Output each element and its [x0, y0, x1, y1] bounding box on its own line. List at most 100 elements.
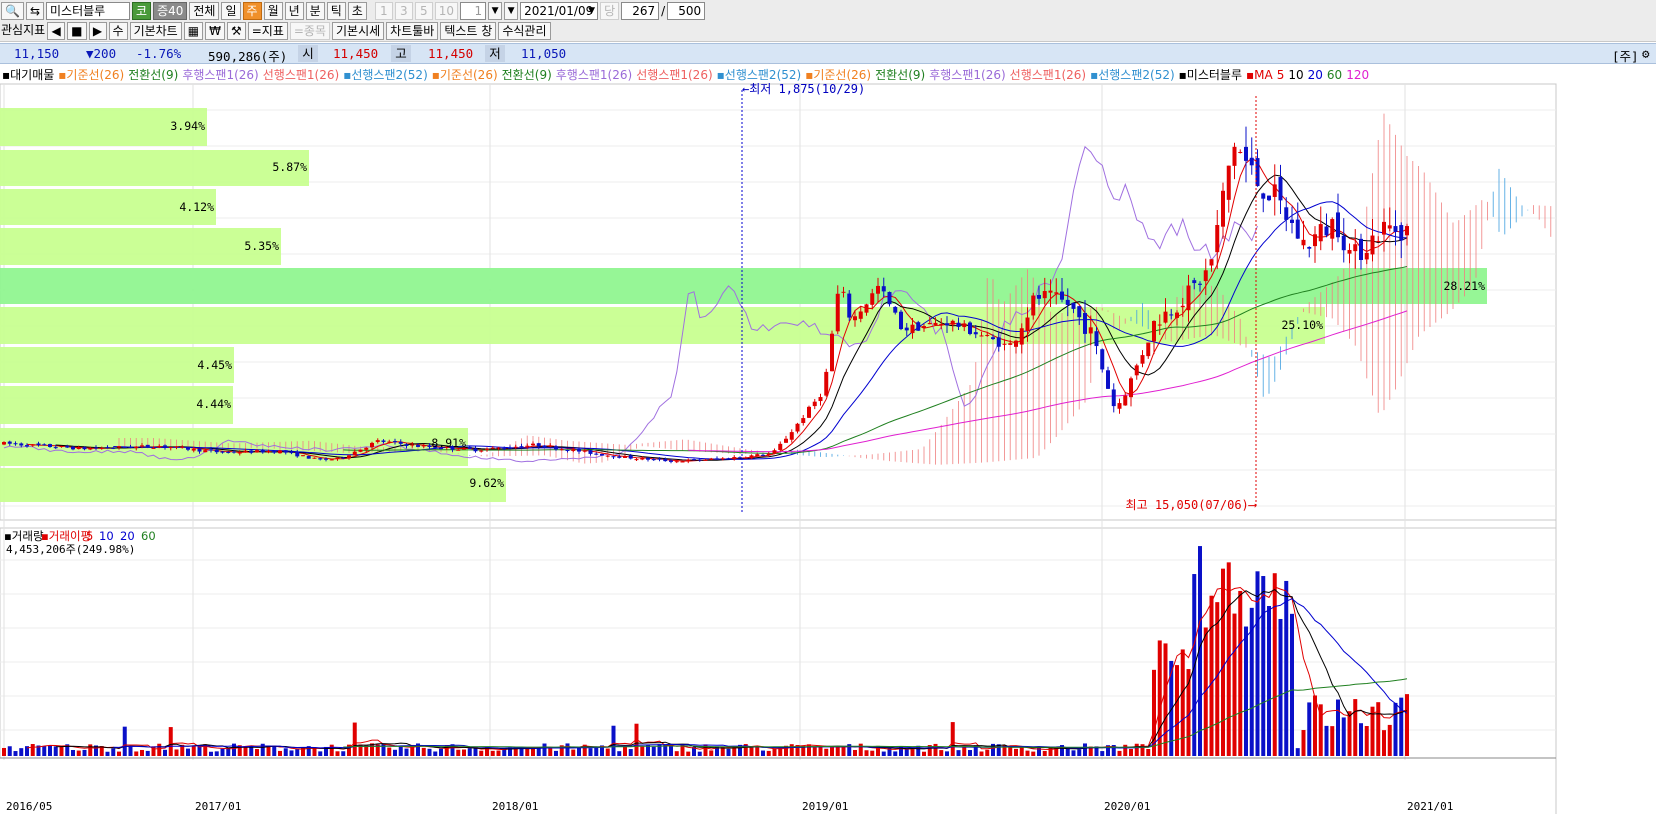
legend-item[interactable]: ▪MA	[1246, 68, 1273, 82]
legend-item[interactable]: ▪대기매물	[2, 68, 54, 82]
candle-body	[283, 450, 288, 453]
legend-item[interactable]: 20	[1308, 68, 1323, 82]
legend-item[interactable]: 선행스팬1(26)	[1010, 68, 1086, 82]
candle-body	[1157, 324, 1162, 326]
legend-item[interactable]: ▪선행스팬2(52)	[1090, 68, 1175, 82]
stock-chart[interactable]: 2016/05 2017/01 2018/01 2019/01 2020/01 2021/…	[0, 0, 1656, 814]
supply-zone-pct: 4.12%	[179, 200, 214, 214]
legend-item[interactable]: 후행스팬1(26)	[182, 68, 258, 82]
candle-body	[588, 450, 593, 454]
legend-item[interactable]: ▪기준선(26)	[432, 68, 498, 82]
candle-body	[1370, 235, 1375, 255]
volume-bar	[979, 751, 984, 756]
volume-bar	[1065, 748, 1070, 756]
candle-body	[962, 323, 967, 328]
candle-body	[381, 440, 386, 442]
candle-body	[76, 446, 81, 450]
candle-body	[1106, 370, 1110, 389]
volume-bar	[1272, 573, 1277, 756]
volume-bar	[76, 750, 81, 756]
volume-bar	[140, 749, 144, 756]
legend-item[interactable]: 5	[1277, 68, 1285, 82]
volume-legend-item: 5	[86, 529, 93, 543]
candle-body	[370, 442, 374, 448]
candle-body	[841, 291, 846, 293]
candle-body	[479, 450, 484, 452]
candle-body	[209, 449, 213, 451]
candle-body	[686, 459, 691, 462]
supply-zone-pct: 8.91%	[431, 436, 466, 450]
candle-body	[1336, 212, 1340, 238]
volume-bar	[370, 743, 374, 756]
candle-body	[1290, 219, 1294, 223]
volume-bar	[174, 749, 179, 756]
legend-item[interactable]: 10	[1288, 68, 1303, 82]
candle-body	[1238, 151, 1243, 153]
volume-bar	[1025, 750, 1030, 756]
candle-body	[232, 451, 236, 453]
volume-bar	[439, 748, 443, 756]
candle-body	[778, 443, 783, 450]
candle-body	[772, 450, 777, 454]
candle-body	[726, 458, 731, 460]
candle-body	[847, 293, 852, 318]
volume-bar	[421, 747, 426, 756]
legend-item[interactable]: 후행스팬1(26)	[556, 68, 632, 82]
volume-bar	[881, 751, 886, 756]
candle-body	[1244, 146, 1248, 161]
legend-item[interactable]: 60	[1327, 68, 1342, 82]
legend-item[interactable]: 선행스팬1(26)	[636, 68, 712, 82]
candle-body	[13, 443, 18, 445]
candle-body	[168, 447, 173, 449]
volume-bar	[1399, 697, 1404, 756]
low-marker-label: ←최저 1,875(10/29)	[742, 82, 865, 96]
candle-body	[117, 446, 121, 448]
candle-body	[1008, 343, 1013, 345]
candle-body	[1324, 226, 1329, 236]
legend-item[interactable]: ▪미스터블루	[1179, 68, 1242, 82]
legend-item[interactable]: 전환선(9)	[502, 68, 552, 82]
candle-body	[1031, 295, 1036, 316]
candle-body	[743, 457, 748, 459]
legend-item[interactable]: 후행스팬1(26)	[929, 68, 1005, 82]
candle-body	[220, 451, 225, 453]
x-axis-label: 2018/01	[492, 800, 538, 813]
legend-item[interactable]: 선행스팬1(26)	[263, 68, 339, 82]
volume-bar	[640, 746, 645, 756]
candle-body	[191, 448, 196, 451]
candle-body	[513, 446, 518, 448]
volume-bar	[1031, 751, 1036, 756]
volume-bar	[669, 745, 673, 756]
candle-body	[318, 458, 323, 460]
volume-bar	[128, 746, 133, 756]
volume-bar	[772, 748, 777, 756]
volume-bar	[939, 750, 944, 756]
legend-item[interactable]: 120	[1346, 68, 1369, 82]
candle-body	[36, 443, 41, 446]
volume-bar	[1014, 748, 1018, 756]
legend-item[interactable]: ▪기준선(26)	[58, 68, 124, 82]
volume-bar	[812, 747, 817, 756]
volume-bar	[278, 750, 282, 756]
volume-bar	[364, 745, 369, 756]
legend-item[interactable]: ▪선행스팬2(52)	[343, 68, 428, 82]
candle-body	[1215, 225, 1220, 253]
volume-bar	[186, 748, 190, 756]
candle-body	[1100, 349, 1105, 370]
legend-item[interactable]: ▪선행스팬2(52)	[717, 68, 802, 82]
candle-body	[945, 323, 949, 326]
candle-body	[525, 445, 530, 447]
legend-item[interactable]: 전환선(9)	[875, 68, 925, 82]
candle-body	[421, 445, 426, 447]
candle-body	[985, 334, 990, 336]
volume-bar	[933, 743, 938, 756]
volume-legend-item: 10	[99, 529, 114, 543]
candle-body	[536, 443, 541, 447]
legend-item[interactable]: 전환선(9)	[128, 68, 178, 82]
legend-item[interactable]: ▪기준선(26)	[805, 68, 871, 82]
supply-zone-pct: 25.10%	[1281, 318, 1323, 332]
volume-bar	[945, 751, 949, 756]
candle-body	[214, 449, 219, 453]
volume-bar	[726, 749, 731, 756]
candle-body	[1065, 299, 1070, 305]
